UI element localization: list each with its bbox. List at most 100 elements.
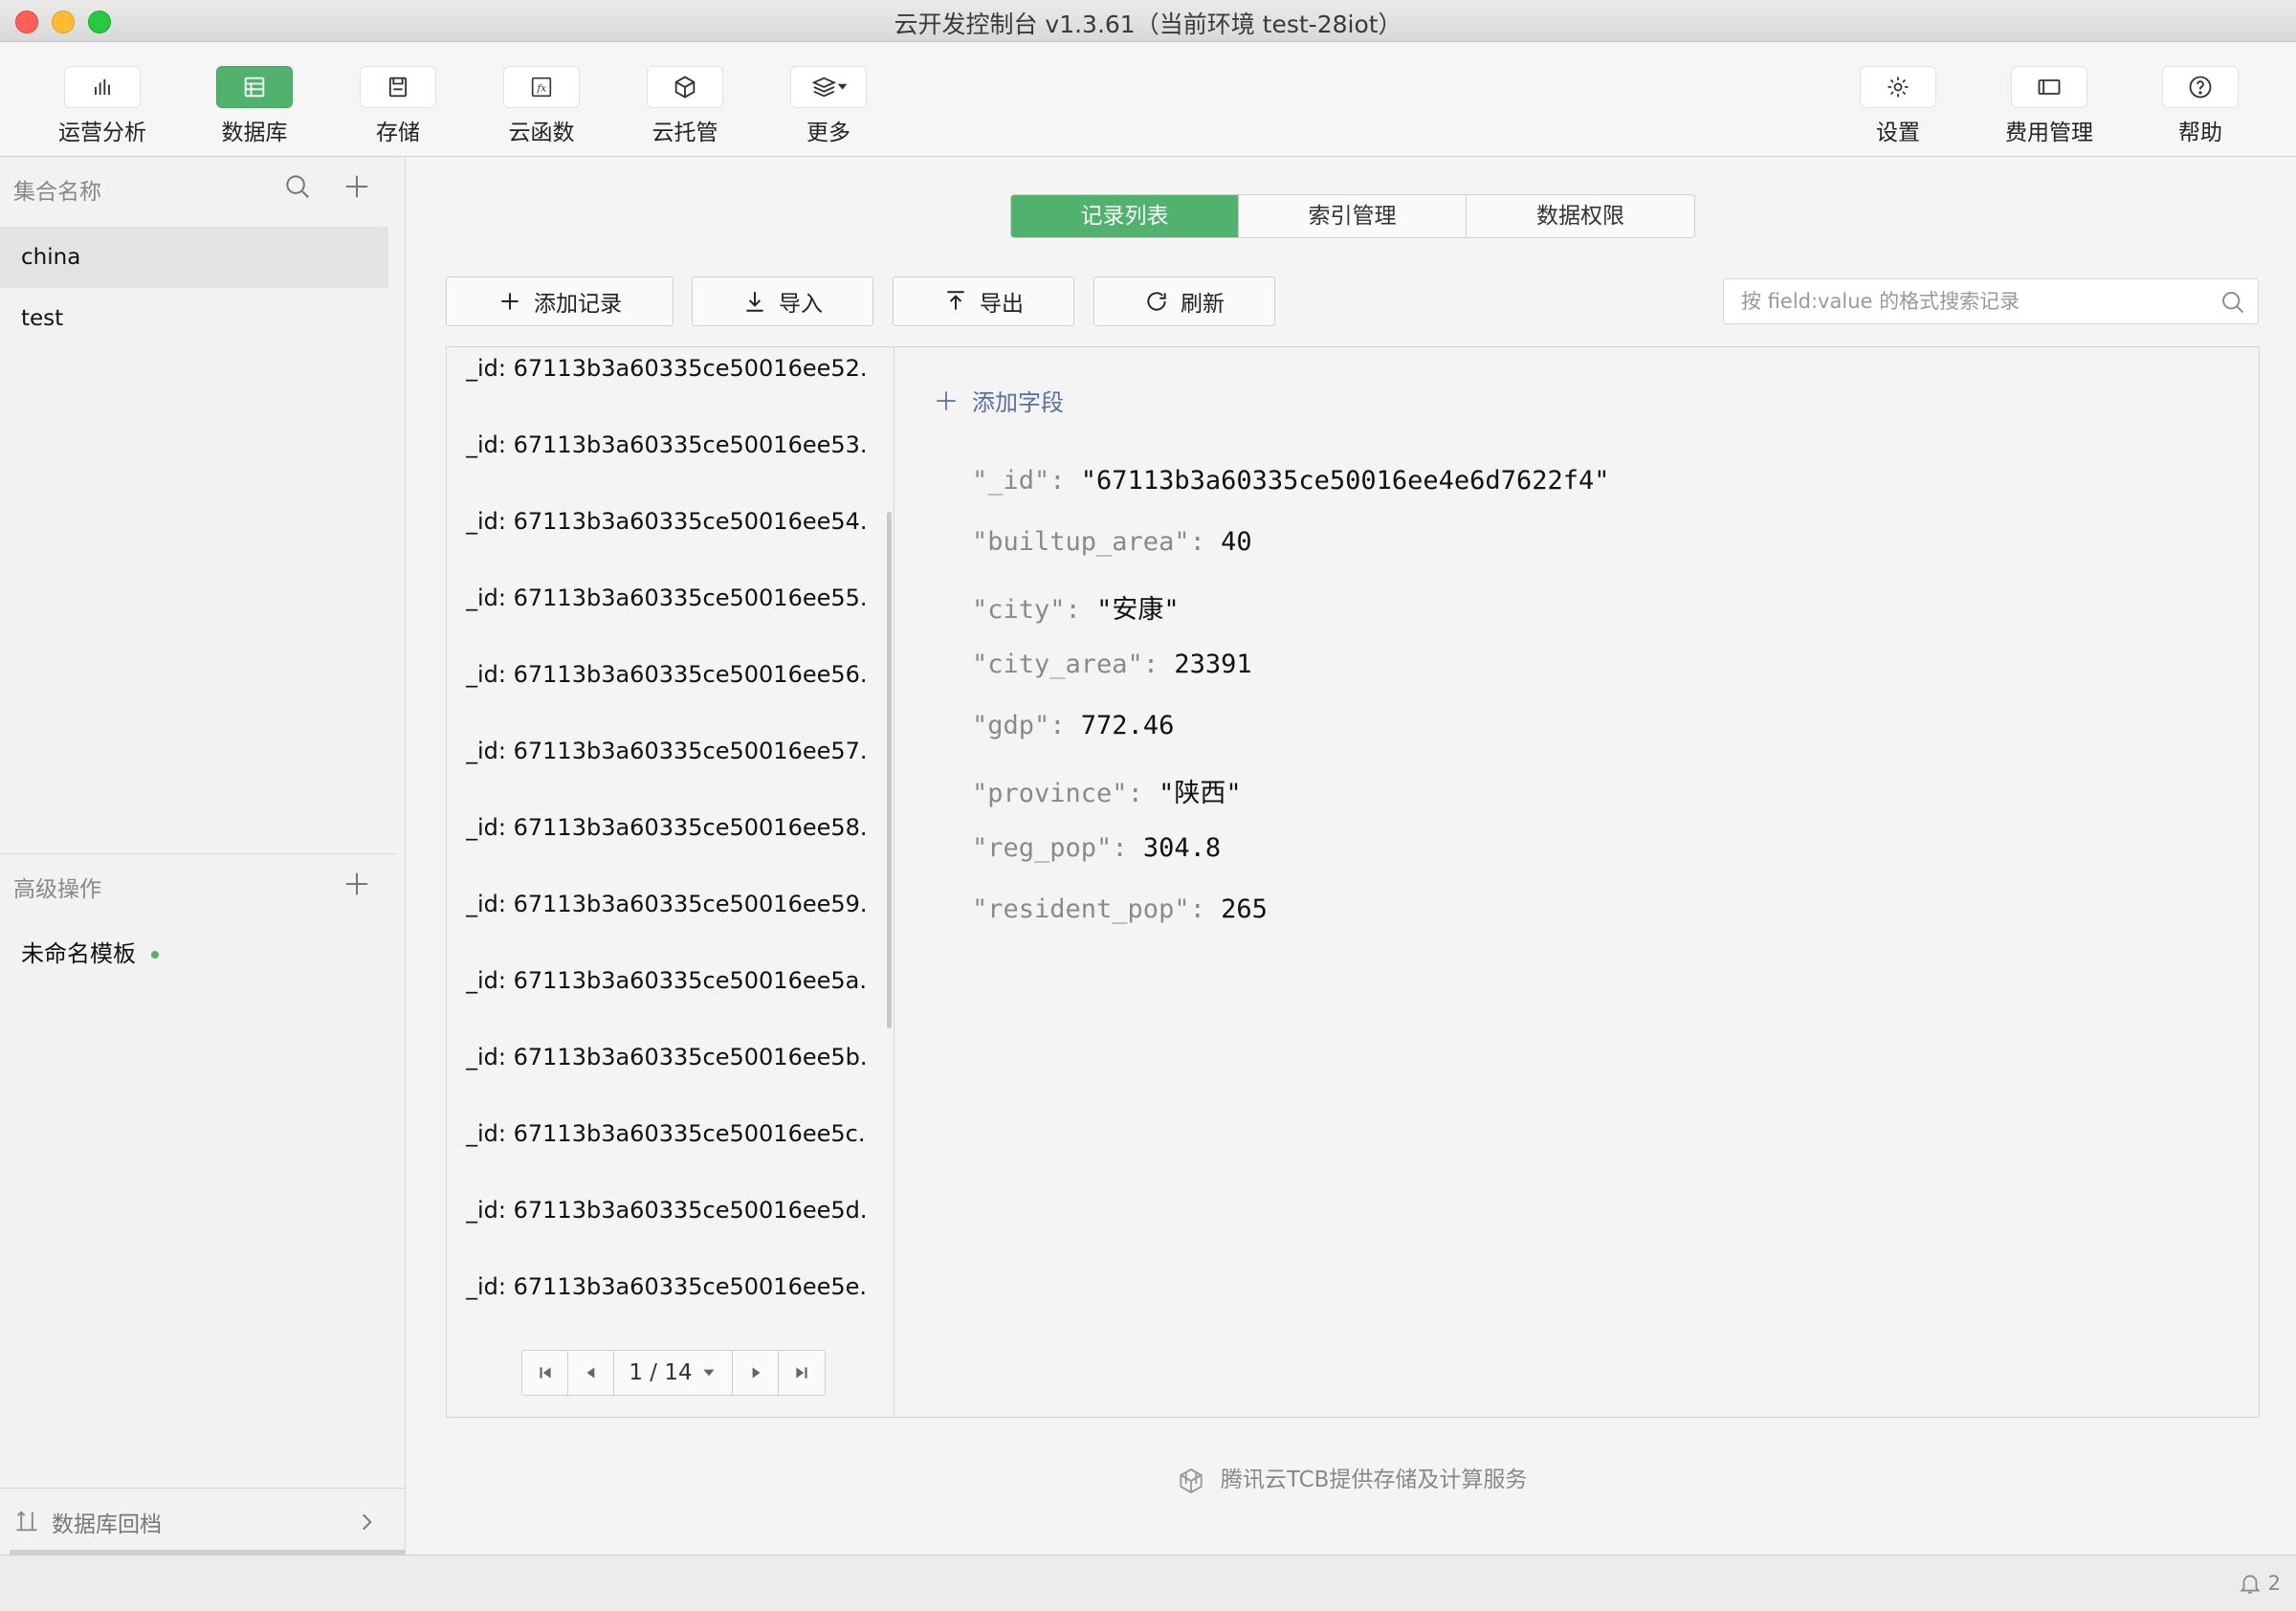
notification-indicator[interactable]: 2: [2238, 1571, 2281, 1596]
advanced-header: 高级操作: [13, 877, 101, 902]
database-rollback[interactable]: 数据库回档: [0, 1488, 406, 1555]
plus-icon: [937, 390, 956, 410]
toolbar-help[interactable]: 帮助: [2129, 66, 2272, 146]
gear-icon: [1860, 66, 1936, 108]
toolbar-analytics[interactable]: 运营分析: [31, 66, 174, 146]
field-row[interactable]: "builtup_area": 40: [972, 527, 1252, 557]
toolbar-database[interactable]: 数据库: [183, 66, 326, 146]
toolbar-cloud-hosting-label: 云托管: [651, 121, 718, 145]
add-template-icon[interactable]: [342, 870, 371, 898]
footer-text: 腾讯云TCB提供存储及计算服务: [1220, 1468, 1528, 1492]
pagination: 1 / 14: [521, 1350, 826, 1396]
layers-icon: [790, 66, 867, 108]
records-panel: _id: 67113b3a60335ce50016ee52... _id: 67…: [446, 346, 2260, 1418]
record-detail: 添加字段 "_id": "67113b3a60335ce50016ee4e6d7…: [895, 347, 2259, 1417]
plus-icon: [501, 293, 519, 310]
tab-records[interactable]: 记录列表: [1011, 195, 1239, 237]
toolbar-more-label: 更多: [806, 121, 850, 145]
field-row[interactable]: "city_area": 23391: [972, 650, 1252, 679]
add-collection-icon[interactable]: [342, 172, 371, 201]
prev-page-button[interactable]: [568, 1351, 614, 1395]
refresh-button[interactable]: 刷新: [1093, 276, 1275, 326]
field-value: "安康": [1096, 595, 1180, 625]
toolbar-billing[interactable]: 费用管理: [1977, 66, 2121, 146]
storage-icon: [360, 66, 436, 108]
field-key: "city_area": [972, 650, 1143, 679]
toolbar-functions-label: 云函数: [508, 121, 575, 145]
record-item[interactable]: _id: 67113b3a60335ce50016ee58...: [466, 814, 868, 841]
record-item[interactable]: _id: 67113b3a60335ce50016ee5b...: [466, 1044, 868, 1070]
field-value: 23391: [1174, 650, 1252, 679]
chevron-right-icon: [363, 1513, 372, 1531]
field-key: "builtup_area": [972, 527, 1190, 557]
bell-icon: [2239, 1575, 2261, 1594]
toolbar-more[interactable]: 更多: [757, 66, 900, 146]
toolbar-functions[interactable]: fx 云函数: [470, 66, 613, 146]
record-item[interactable]: _id: 67113b3a60335ce50016ee5a...: [466, 967, 868, 994]
cube-icon: [647, 66, 723, 108]
footer-note: 腾讯云TCB提供存储及计算服务: [407, 1461, 2296, 1496]
upload-icon: [947, 291, 964, 310]
record-item[interactable]: _id: 67113b3a60335ce50016ee55...: [466, 585, 868, 611]
template-item[interactable]: 未命名模板: [21, 935, 159, 968]
help-icon: [2162, 66, 2239, 108]
record-item[interactable]: _id: 67113b3a60335ce50016ee52...: [466, 355, 868, 382]
field-value: "67113b3a60335ce50016ee4e6d7622f4": [1080, 466, 1610, 496]
record-item[interactable]: _id: 67113b3a60335ce50016ee54...: [466, 508, 868, 535]
record-item[interactable]: _id: 67113b3a60335ce50016ee56...: [466, 661, 868, 688]
collection-item[interactable]: china: [0, 227, 388, 288]
search-icon[interactable]: [283, 172, 312, 201]
last-page-button[interactable]: [779, 1351, 825, 1395]
record-item[interactable]: _id: 67113b3a60335ce50016ee53...: [466, 431, 868, 458]
field-row[interactable]: "_id": "67113b3a60335ce50016ee4e6d7622f4…: [972, 466, 1609, 496]
field-key: "gdp": [972, 711, 1050, 740]
field-row[interactable]: "reg_pop": 304.8: [972, 833, 1221, 863]
toolbar-help-label: 帮助: [2178, 121, 2222, 145]
export-button[interactable]: 导出: [893, 276, 1074, 326]
add-record-button[interactable]: 添加记录: [446, 276, 673, 326]
table-icon: [216, 66, 293, 108]
collection-item[interactable]: test: [0, 288, 388, 349]
add-field-button[interactable]: 添加字段: [934, 384, 1064, 417]
record-item[interactable]: _id: 67113b3a60335ce50016ee5e...: [466, 1273, 868, 1300]
toolbar-database-label: 数据库: [221, 121, 288, 145]
search-icon[interactable]: [2219, 289, 2246, 316]
field-row[interactable]: "city": "安康": [972, 588, 1180, 626]
first-page-button[interactable]: [522, 1351, 568, 1395]
function-icon: fx: [503, 66, 580, 108]
toolbar-cloud-hosting[interactable]: 云托管: [613, 66, 757, 146]
field-row[interactable]: "gdp": 772.46: [972, 711, 1174, 740]
record-item[interactable]: _id: 67113b3a60335ce50016ee5d...: [466, 1197, 868, 1224]
record-list: _id: 67113b3a60335ce50016ee52... _id: 67…: [447, 347, 894, 1417]
next-page-button[interactable]: [733, 1351, 779, 1395]
field-row[interactable]: "resident_pop": 265: [972, 894, 1268, 924]
field-value: "陕西": [1159, 779, 1242, 808]
page-selector[interactable]: 1 / 14: [614, 1351, 733, 1395]
first-page-icon: [539, 1367, 551, 1379]
record-item[interactable]: _id: 67113b3a60335ce50016ee5c...: [466, 1120, 868, 1147]
add-field-label: 添加字段: [972, 389, 1064, 416]
record-search[interactable]: [1723, 278, 2259, 324]
toolbar-analytics-label: 运营分析: [58, 121, 146, 145]
tab-indexes[interactable]: 索引管理: [1239, 195, 1467, 237]
import-button[interactable]: 导入: [692, 276, 873, 326]
window-title: 云开发控制台 v1.3.61（当前环境 test-28iot）: [894, 11, 1402, 38]
toolbar-storage[interactable]: 存储: [326, 66, 470, 146]
toolbar-settings[interactable]: 设置: [1826, 66, 1970, 146]
search-input[interactable]: [1724, 279, 2202, 323]
template-name: 未命名模板: [21, 940, 136, 967]
record-list-scrollbar[interactable]: [887, 512, 892, 1028]
tencent-cloud-logo-icon: [1179, 1468, 1203, 1493]
sidebar-divider: [0, 853, 396, 854]
field-value: 772.46: [1080, 711, 1175, 740]
page-indicator: 1 / 14: [629, 1360, 693, 1385]
field-row[interactable]: "province": "陕西": [972, 772, 1242, 809]
record-item[interactable]: _id: 67113b3a60335ce50016ee57...: [466, 738, 868, 764]
caret-down-icon: [703, 1369, 715, 1377]
tab-permissions[interactable]: 数据权限: [1467, 195, 1694, 237]
billing-icon: [2011, 66, 2087, 108]
download-icon: [746, 292, 763, 312]
bar-chart-icon: [64, 66, 141, 108]
record-item[interactable]: _id: 67113b3a60335ce50016ee59...: [466, 891, 868, 917]
add-record-label: 添加记录: [534, 292, 622, 317]
